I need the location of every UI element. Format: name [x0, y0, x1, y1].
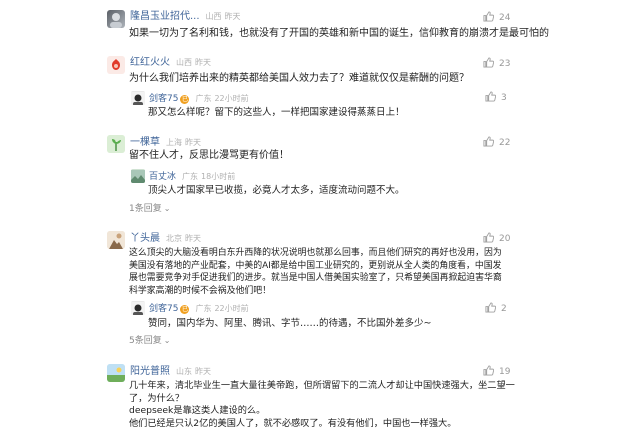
like-count: 23 [499, 59, 511, 69]
comment-location: 山西 [205, 12, 222, 21]
reply-time: 22小时前 [214, 94, 249, 103]
comment-3: 一棵草 上海 昨天 22 留不住人才，反思比漫骂更有价值！ 百丈冰 广东 18小时前 顶… [0, 126, 640, 220]
avatar-image-icon [107, 231, 125, 249]
comment-text-line: 展也需要竞争对手促进我们的进步。就当是中国人借美国实验室了，只希望美国再掀起迫害… [129, 273, 502, 283]
view-more-replies-button[interactable]: 5条回复 ⌄ [129, 335, 170, 347]
reply-username[interactable]: 百丈冰 [149, 172, 176, 182]
comment-1: 隆昌玉业招代... 山西 昨天 24 如果一切为了名利和钱，也就没有了开国的英雄和新… [0, 0, 640, 46]
comment-username[interactable]: 阳光普照 [130, 366, 170, 377]
like-button[interactable]: 23 [483, 57, 510, 70]
comment-text-line: deepseek是靠这类人建设的么。 [129, 405, 266, 417]
thumbs-up-icon [485, 91, 497, 102]
more-replies-label: 5条回复 [129, 336, 162, 346]
like-button[interactable]: 20 [483, 232, 510, 245]
comment-username[interactable]: 隆昌玉业招代... [130, 11, 200, 22]
reply-text: 顶尖人才国家早已收揽，必竟人才太多，适度流动问题不大。 [148, 185, 405, 196]
avatar[interactable] [107, 10, 125, 28]
thumbs-up-icon [483, 365, 495, 376]
reply-username[interactable]: 剑客75 [149, 304, 178, 314]
like-button[interactable]: 19 [483, 365, 510, 378]
thumbs-up-icon [483, 57, 495, 68]
comment-time: 昨天 [195, 367, 211, 376]
reply-location: 广东 [195, 94, 212, 103]
reply-time: 18小时前 [201, 172, 236, 181]
reply-username[interactable]: 剑客75 [149, 94, 178, 104]
thumbs-up-icon [485, 302, 497, 313]
like-count: 19 [499, 367, 511, 377]
like-count: 3 [501, 93, 507, 103]
reply-avatar[interactable] [131, 91, 145, 105]
thumbs-up-icon [483, 11, 495, 22]
like-count: 24 [499, 13, 511, 23]
comment-text-line: 他们已经是只认2亿的美国人了，就不必感叹了。有没有他们，中国也一样强大。 [129, 417, 457, 429]
comment-time: 昨天 [195, 58, 211, 67]
avatar[interactable] [107, 231, 125, 249]
comment-text-line: 几十年来，清北毕业生一直大量往美帝跑，但所谓留下的二流人才却让中国快速强大，坐二… [129, 380, 515, 391]
verified-badge-icon: 已 [180, 95, 190, 104]
like-button[interactable]: 24 [483, 11, 510, 24]
verified-badge-icon: 已 [180, 305, 190, 314]
comment-text-line: 美国没有落地的产业配套，中美的AI都是给中国工业研究的，更别说从全人类的角度看，… [129, 260, 502, 271]
comment-location: 山西 [176, 58, 192, 67]
view-more-replies-button[interactable]: 1条回复 ⌄ [129, 203, 170, 215]
avatar[interactable] [107, 364, 125, 382]
avatar-image-icon [110, 13, 122, 28]
comment-text-line: 了，为什么？ [129, 392, 185, 404]
avatar-image-icon [107, 56, 125, 74]
comment-4: 丫头晨 北京 昨天 20 这么顶尖的大脑没看明白东升西降的状况说明也就那么回事，而且… [0, 220, 640, 350]
thumbs-up-icon [483, 136, 495, 147]
reply-time: 22小时前 [214, 304, 249, 313]
like-count: 2 [501, 304, 507, 314]
avatar-image-icon [107, 135, 125, 153]
avatar-image-icon [107, 364, 125, 382]
reply-text: 赞同，国内华为、阿里、腾讯、字节……的待遇，不比国外差多少~ [148, 318, 432, 329]
chevron-down-icon: ⌄ [163, 204, 171, 213]
reply-location: 广东 [182, 172, 199, 181]
comment-location: 山东 [176, 367, 192, 376]
like-count: 22 [499, 138, 511, 148]
avatar-image-icon [131, 170, 145, 183]
avatar[interactable] [107, 135, 125, 153]
like-count: 20 [499, 234, 511, 244]
comment-text-line: 为什么我们培养出来的精英都给美国人效力去了？难道就仅仅是薪酬的问题？ [129, 73, 469, 84]
comment-text-line: 科学家高潮的时候不会祸及他们吧！ [129, 285, 271, 296]
reply-text: 那又怎么样呢？留下的这些人，一样把国家建设得蒸蒸日上！ [148, 107, 405, 118]
like-button[interactable]: 22 [483, 136, 510, 149]
reply-location: 广东 [195, 304, 212, 313]
comment-location: 上海 [166, 138, 182, 147]
comment-username[interactable]: 丫头晨 [130, 233, 160, 244]
reply-avatar[interactable] [131, 301, 145, 315]
avatar[interactable] [107, 56, 125, 74]
comment-username[interactable]: 一棵草 [130, 137, 160, 148]
like-button[interactable]: 3 [485, 91, 507, 104]
comment-time: 昨天 [224, 12, 241, 21]
comment-5: 阳光普照 山东 昨天 19 几十年来，清北毕业生一直大量往美帝跑，但所谓留下的二流人… [0, 350, 640, 436]
like-button[interactable]: 2 [485, 302, 507, 315]
thumbs-up-icon [483, 232, 495, 243]
avatar-image-icon [131, 302, 145, 315]
comment-text-line: 如果一切为了名利和钱，也就没有了开国的英雄和新中国的诞生，信仰教育的崩溃才是最可… [129, 28, 549, 39]
avatar-image-icon [131, 92, 145, 105]
comment-2: 红红火火 山西 昨天 23 为什么我们培养出来的精英都给美国人效力去了？难道就仅仅是… [0, 46, 640, 126]
comment-location: 北京 [166, 234, 182, 243]
comment-username[interactable]: 红红火火 [130, 57, 170, 68]
more-replies-label: 1条回复 [129, 204, 162, 214]
comment-text-line: 这么顶尖的大脑没看明白东升西降的状况说明也就那么回事，而且他们研究的再好也没用，… [129, 248, 502, 258]
chevron-down-icon: ⌄ [163, 336, 171, 345]
comment-time: 昨天 [185, 138, 201, 147]
reply-avatar[interactable] [131, 169, 145, 183]
comment-text-line: 留不住人才，反思比漫骂更有价值！ [129, 150, 289, 161]
comment-time: 昨天 [185, 234, 201, 243]
